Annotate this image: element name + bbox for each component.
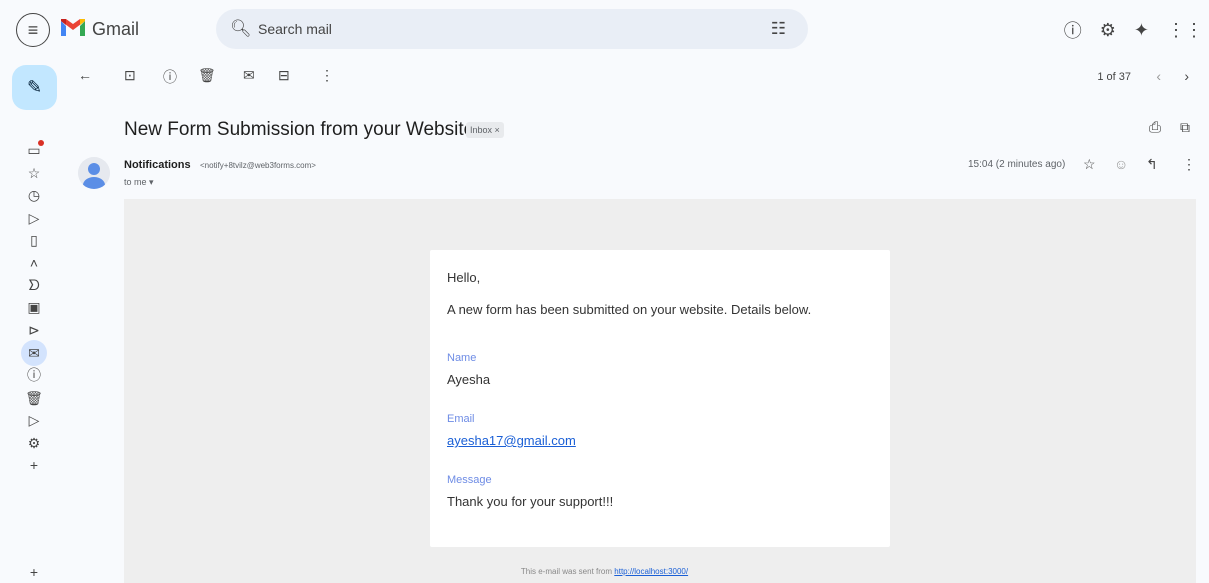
manage-labels-gear-icon[interactable]: ⚙: [22, 431, 46, 455]
delete-icon[interactable]: 🗑︎: [198, 67, 216, 84]
brand-name[interactable]: Gmail: [92, 19, 139, 40]
name-field-value: Ayesha: [447, 372, 491, 387]
pagination-count: 1 of 37: [1097, 71, 1131, 83]
form-details-card: Hello, A new form has been submitted on …: [430, 250, 890, 547]
unread-dot: [38, 140, 44, 146]
mark-unread-icon[interactable]: ✉: [243, 67, 255, 84]
trash-icon[interactable]: 🗑︎: [22, 386, 46, 410]
inbox-label-chip[interactable]: Inbox ×: [466, 122, 504, 138]
search-input[interactable]: [258, 9, 718, 49]
back-arrow-icon[interactable]: ←: [78, 67, 92, 83]
scheduled-icon[interactable]: ⊳: [22, 318, 46, 342]
emoji-react-icon[interactable]: ☺: [1114, 156, 1128, 172]
apps-grid-icon[interactable]: ⋮⋮: [1167, 20, 1203, 41]
label-icon[interactable]: ▷: [22, 408, 46, 432]
recipient-details-toggle[interactable]: to me ▾: [124, 177, 154, 188]
message-subject: New Form Submission from your Website: [124, 119, 475, 140]
person-icon: [78, 157, 110, 189]
report-spam-icon[interactable]: ⓘ: [163, 67, 177, 87]
archive-icon[interactable]: ⊡: [124, 67, 136, 84]
pencil-icon: ✎: [26, 77, 43, 97]
sender-avatar[interactable]: [78, 157, 110, 189]
settings-gear-icon[interactable]: ⚙: [1100, 20, 1116, 41]
greeting-text: Hello,: [447, 270, 481, 285]
help-icon[interactable]: ⓘ: [1064, 17, 1082, 43]
name-field-label: Name: [447, 352, 477, 364]
star-icon[interactable]: ☆: [1083, 156, 1096, 173]
sender-email: <notify+8tvilz@web3forms.com>: [200, 161, 316, 170]
sender-name: Notifications: [124, 159, 191, 171]
intro-text: A new form has been submitted on your we…: [447, 302, 812, 317]
email-field-label: Email: [447, 413, 475, 425]
reply-icon[interactable]: ↰: [1146, 156, 1158, 173]
newer-chevron-icon[interactable]: ‹: [1156, 68, 1161, 84]
older-chevron-icon[interactable]: ›: [1184, 68, 1189, 84]
gmail-logo-icon[interactable]: [59, 17, 87, 38]
important-icon[interactable]: ᗤ: [22, 273, 46, 297]
inbox-icon[interactable]: ▭: [22, 138, 46, 162]
starred-icon[interactable]: ☆: [22, 161, 46, 185]
snoozed-clock-icon[interactable]: ◷: [22, 183, 46, 207]
email-footer: This e-mail was sent from http://localho…: [0, 567, 1209, 576]
chats-icon[interactable]: ▣: [22, 295, 46, 319]
message-field-label: Message: [447, 474, 492, 486]
hamburger-icon: ≡: [27, 19, 39, 40]
search-icon[interactable]: 🔍︎: [230, 19, 252, 39]
left-rail: ✎ ▭ ☆ ◷ ▷ ▯ ˄ ᗤ ▣ ⊳ ✉ ⓘ 🗑︎ ▷ ⚙ + +: [0, 60, 72, 583]
footer-text: This e-mail was sent from: [520, 567, 613, 576]
message-field-value: Thank you for your support!!!: [447, 494, 614, 509]
footer-link[interactable]: http://localhost:3000/: [614, 567, 688, 576]
message-more-icon[interactable]: ⋮: [1182, 156, 1196, 173]
print-icon[interactable]: ⎙: [1149, 119, 1161, 136]
gemini-sparkle-icon[interactable]: ✦: [1134, 20, 1149, 41]
top-right-actions: ⓘ ⚙ ✦ ⋮⋮: [1064, 17, 1203, 43]
spam-icon[interactable]: ⓘ: [22, 363, 46, 387]
main-menu-button[interactable]: ≡: [16, 13, 50, 47]
move-to-icon[interactable]: ⊟: [278, 67, 290, 84]
sent-icon[interactable]: ▷: [22, 206, 46, 230]
email-field-link[interactable]: ayesha17@gmail.com: [447, 433, 576, 448]
search-bar: 🔍︎ ☷: [216, 9, 808, 49]
drafts-icon[interactable]: ▯: [22, 228, 46, 252]
compose-button[interactable]: ✎: [12, 65, 57, 110]
more-vertical-icon[interactable]: ⋮: [320, 67, 334, 84]
search-options-icon[interactable]: ☷: [771, 19, 786, 39]
open-new-window-icon[interactable]: ⧉: [1180, 119, 1190, 136]
collapse-chevron-icon[interactable]: ˄: [22, 251, 46, 275]
top-bar: ≡ Gmail 🔍︎ ☷ ⓘ ⚙ ✦ ⋮⋮: [0, 0, 1209, 60]
more-plus-icon[interactable]: +: [22, 453, 46, 477]
message-toolbar: ← ⊡ ⓘ 🗑︎ ✉ ⊟ ⋮ 1 of 37 ‹ ›: [78, 62, 1209, 94]
message-time: 15:04 (2 minutes ago): [968, 159, 1066, 170]
